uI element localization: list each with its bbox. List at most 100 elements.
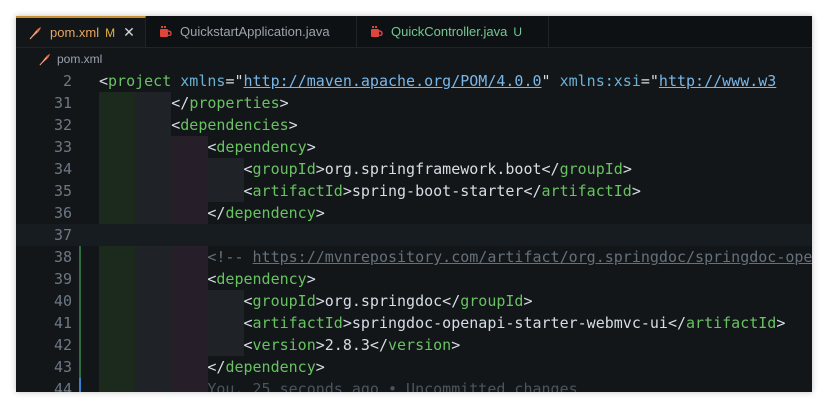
code-line[interactable]: 33 <dependency> [16,136,812,158]
tab-quickstart-application[interactable]: QuickstartApplication.java [146,16,357,47]
code-line[interactable]: 40 <groupId>org.springdoc</groupId> [16,290,812,312]
code-token: groupId [252,160,316,178]
code-token: artifactId [541,182,632,200]
code-token: xmlns:xsi [550,72,641,90]
added-line-marker [79,246,81,268]
code-token: >org.springframework.boot</ [315,160,560,178]
code-text: </dependency> [99,356,325,378]
code-line[interactable]: 43 </dependency> [16,356,812,378]
code-line[interactable]: 35 <artifactId>spring-boot-starter</arti… [16,180,812,202]
code-token: < [99,116,181,134]
line-number: 42 [53,336,72,354]
editor-window: pom.xml M ✕ QuickstartApplication.java Q… [16,16,812,392]
code-text: <groupId>org.springdoc</groupId> [99,290,533,312]
code-token: =" [225,72,244,90]
code-token: >org.springdoc</ [315,292,461,310]
line-number: 35 [53,182,72,200]
tab-label: QuickController.java [391,24,508,39]
breadcrumb: pom.xml [16,48,812,70]
code-token: dependency [225,358,316,376]
code-line[interactable]: 42 <version>2.8.3</version> [16,334,812,356]
code-line[interactable]: 44 You, 25 seconds ago • Uncommitted cha… [16,378,812,392]
added-line-marker [79,268,81,290]
added-line-marker [79,290,81,312]
added-line-marker [79,312,81,334]
line-number: 32 [53,116,72,134]
line-number: 44 [53,380,72,392]
tab-bar: pom.xml M ✕ QuickstartApplication.java Q… [16,16,812,48]
code-line[interactable]: 38 <!-- https://mvnrepository.com/artifa… [16,246,812,268]
code-token: > [631,182,641,200]
code-line[interactable]: 36 </dependency> [16,202,812,224]
code-token: >springdoc-openapi-starter-webmvc-ui</ [342,314,687,332]
code-token: xmlns [171,72,226,90]
added-line-marker [79,334,81,356]
code-line[interactable]: 37 [16,224,812,246]
code-token: > [776,314,786,332]
code-token: < [99,160,253,178]
code-token: artifactId [252,182,343,200]
breadcrumb-file[interactable]: pom.xml [57,52,102,66]
code-line[interactable]: 32 <dependencies> [16,114,812,136]
modified-badge: M [105,25,116,40]
code-token: > [315,204,325,222]
code-text: </properties> [99,92,289,114]
code-token: < [99,336,253,354]
code-token: > [306,138,316,156]
code-token: http://www.w3 [658,72,777,90]
code-line[interactable]: 34 <groupId>org.springframework.boot</gr… [16,158,812,180]
code-token: https://mvnrepository.com/artifact/org.s… [252,248,812,266]
code-token: > [288,116,298,134]
code-text: <dependency> [99,268,316,290]
tab-quick-controller[interactable]: QuickController.java U [357,16,549,47]
close-icon[interactable]: ✕ [123,24,135,41]
code-token: dependency [225,204,316,222]
code-token: dependency [216,138,307,156]
code-token: artifactId [686,314,777,332]
line-number: 43 [53,358,72,376]
tab-pom-xml[interactable]: pom.xml M ✕ [16,16,146,47]
code-token: < [99,270,217,288]
code-token: project [108,72,172,90]
code-editor[interactable]: 2 <project xmlns="http://maven.apache.org… [16,70,812,392]
code-text: <!-- https://mvnrepository.com/artifact/… [99,246,812,268]
code-token: version [252,336,316,354]
line-number: 2 [62,72,72,90]
code-text: </dependency> [99,202,325,224]
line-number: 41 [53,314,72,332]
code-line[interactable]: 39 <dependency> [16,268,812,290]
code-token: >2.8.3</ [315,336,388,354]
line-number: 40 [53,292,72,310]
code-token: dependencies [180,116,289,134]
line-number: 34 [53,160,72,178]
code-token: > [523,292,533,310]
code-text: You, 25 seconds ago • Uncommitted change… [99,378,577,392]
line-number: 38 [53,248,72,266]
code-token: </ [99,204,226,222]
feather-icon [39,53,51,65]
code-token: > [622,160,632,178]
code-token: artifactId [252,314,343,332]
code-line[interactable]: 41 <artifactId>springdoc-openapi-starter… [16,312,812,334]
code-text: <project xmlns="http://maven.apache.org/… [99,70,776,92]
line-number: 39 [53,270,72,288]
code-text: <artifactId>springdoc-openapi-starter-we… [99,312,785,334]
line-number: 33 [53,138,72,156]
tab-label: pom.xml [50,25,100,40]
code-token: groupId [252,292,316,310]
code-token: =" [640,72,659,90]
code-token: < [99,138,217,156]
code-token: > [279,94,289,112]
tab-label: QuickstartApplication.java [180,24,330,39]
code-text: <groupId>org.springframework.boot</group… [99,158,632,180]
code-token: > [306,270,316,288]
code-text: <dependency> [99,136,316,158]
code-token: > [315,358,325,376]
code-line[interactable]: 2 <project xmlns="http://maven.apache.org… [16,70,812,92]
java-cup-icon [371,25,383,37]
code-line[interactable]: 31 </properties> [16,92,812,114]
code-text: <dependencies> [99,114,298,136]
feather-icon [29,26,41,39]
code-token: properties [189,94,280,112]
line-number: 37 [53,226,72,244]
